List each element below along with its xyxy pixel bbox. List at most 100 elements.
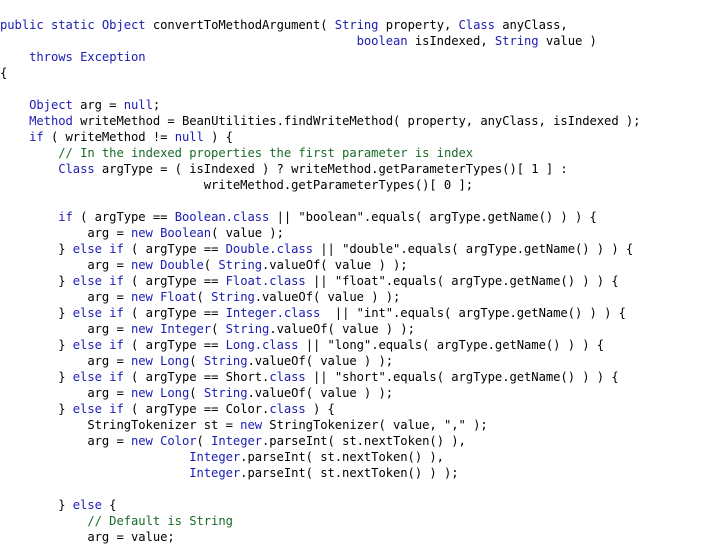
code-token-type: Double [160, 258, 204, 273]
code-token-plain: ) { [203, 130, 233, 145]
code-token-plain: ( argType == [72, 210, 175, 225]
code-token-kw: else [72, 402, 102, 417]
code-token-plain: arg = [0, 322, 131, 337]
code-token-plain: .parseInt( st.nextToken() ), [262, 434, 466, 449]
code-token-kw: else [72, 242, 102, 257]
code-token-plain: || "double".equals( argType.getName() ) … [312, 242, 634, 257]
code-token-type: String [225, 322, 270, 337]
code-token-kw: else [72, 498, 102, 513]
code-token-kw: throws [29, 50, 73, 65]
code-token-plain: arg = [0, 226, 131, 241]
code-token-plain: value ) [538, 34, 597, 49]
code-line: arg = new Double( String.valueOf( value … [0, 257, 723, 273]
code-token-plain: .valueOf( value ) ); [262, 258, 408, 273]
code-token-type: String [218, 258, 263, 273]
code-token-type: Integer [160, 322, 212, 337]
code-token-plain: ( [189, 354, 204, 369]
code-token-plain: argType = ( isIndexed ) ? writeMethod.ge… [94, 162, 568, 177]
code-line: public static Object convertToMethodArgu… [0, 17, 723, 33]
code-token-plain: } [0, 498, 73, 513]
code-token-plain: .valueOf( value ) ); [247, 354, 394, 369]
code-token-plain: ( [189, 386, 204, 401]
code-token-kw: new [131, 226, 153, 241]
code-token-kw: new [131, 386, 153, 401]
code-token-plain: || "short".equals( argType.getName() ) )… [305, 370, 619, 385]
code-token-kw: if [29, 130, 44, 145]
code-line: Integer.parseInt( st.nextToken() ), [0, 449, 723, 465]
code-token-plain: } [0, 402, 73, 417]
code-token-kw: null [174, 130, 204, 145]
code-token-kw: else [72, 306, 102, 321]
code-token-plain: arg = [72, 98, 124, 113]
code-token-plain: ( argType == [123, 242, 226, 257]
code-token-plain: ( argType == Short. [123, 370, 270, 385]
code-token-plain: StringTokenizer st = [0, 418, 241, 433]
code-token-type: Double.class [225, 242, 313, 257]
code-token-kw: static [50, 18, 95, 33]
code-token-type: Integer [189, 466, 241, 481]
code-token-type: Integer [189, 450, 241, 465]
code-token-plain: arg = [0, 258, 131, 273]
code-line: if ( writeMethod != null ) { [0, 129, 723, 145]
code-token-type: Class [58, 162, 95, 177]
code-token-type: Float.class [225, 274, 306, 289]
code-token-plain: ( value ); [211, 226, 284, 241]
code-line: Method writeMethod = BeanUtilities.findW… [0, 113, 723, 129]
code-token-plain: ( argType == [123, 306, 226, 321]
code-line: StringTokenizer st = new StringTokenizer… [0, 417, 723, 433]
code-line: } else if ( argType == Short.class || "s… [0, 369, 723, 385]
code-line: Integer.parseInt( st.nextToken() ) ); [0, 465, 723, 481]
code-token-plain: ) { [305, 402, 335, 417]
code-token-plain: arg = [0, 290, 131, 305]
java-source-code-listing[interactable]: public static Object convertToMethodArgu… [0, 12, 723, 545]
code-token-plain: { [0, 66, 8, 81]
code-token-plain: .parseInt( st.nextToken() ) ); [240, 466, 459, 481]
code-token-type: class [269, 402, 306, 417]
code-line: Object arg = null; [0, 97, 723, 113]
code-line: arg = new Long( String.valueOf( value ) … [0, 353, 723, 369]
code-line: } else if ( argType == Float.class || "f… [0, 273, 723, 289]
code-token-type: Integer.class [225, 306, 321, 321]
code-token-type: String [494, 34, 539, 49]
code-token-kw: if [109, 402, 124, 417]
code-line: { [0, 65, 723, 81]
code-token-plain: writeMethod = BeanUtilities.findWriteMet… [72, 114, 641, 129]
code-token-kw: new [240, 418, 263, 433]
code-token-plain: isIndexed, [407, 34, 495, 49]
code-token-kw: new [131, 354, 153, 369]
code-line: arg = new Boolean( value ); [0, 225, 723, 241]
code-token-plain: ( writeMethod != [43, 130, 175, 145]
code-token-plain: ( argType == [123, 338, 226, 353]
code-line: arg = new Integer( String.valueOf( value… [0, 321, 723, 337]
code-token-plain: ( [196, 434, 212, 449]
code-token-type: Color [160, 434, 197, 449]
code-token-type: Long.class [225, 338, 299, 353]
code-token-kw: else [72, 338, 102, 353]
code-line: // In the indexed properties the first p… [0, 145, 723, 161]
code-line: throws Exception [0, 49, 723, 65]
code-token-plain: arg = [0, 354, 131, 369]
code-token-plain: } [0, 370, 73, 385]
code-token-plain: || "float".equals( argType.getName() ) )… [305, 274, 619, 289]
code-token-type: String [203, 386, 248, 401]
code-line: // Default is String [0, 513, 723, 529]
code-token-type: Object [101, 18, 146, 33]
code-token-plain: } [0, 242, 73, 257]
code-token-plain: } [0, 306, 73, 321]
code-token-plain: ( [203, 258, 219, 273]
code-token-plain: || "int".equals( argType.getName() ) ) { [320, 306, 626, 321]
code-token-plain: || "long".equals( argType.getName() ) ) … [298, 338, 605, 353]
code-token-plain: convertToMethodArgument( [145, 18, 335, 33]
code-line: arg = new Long( String.valueOf( value ) … [0, 385, 723, 401]
code-token-plain: ( argType == Color. [123, 402, 270, 417]
